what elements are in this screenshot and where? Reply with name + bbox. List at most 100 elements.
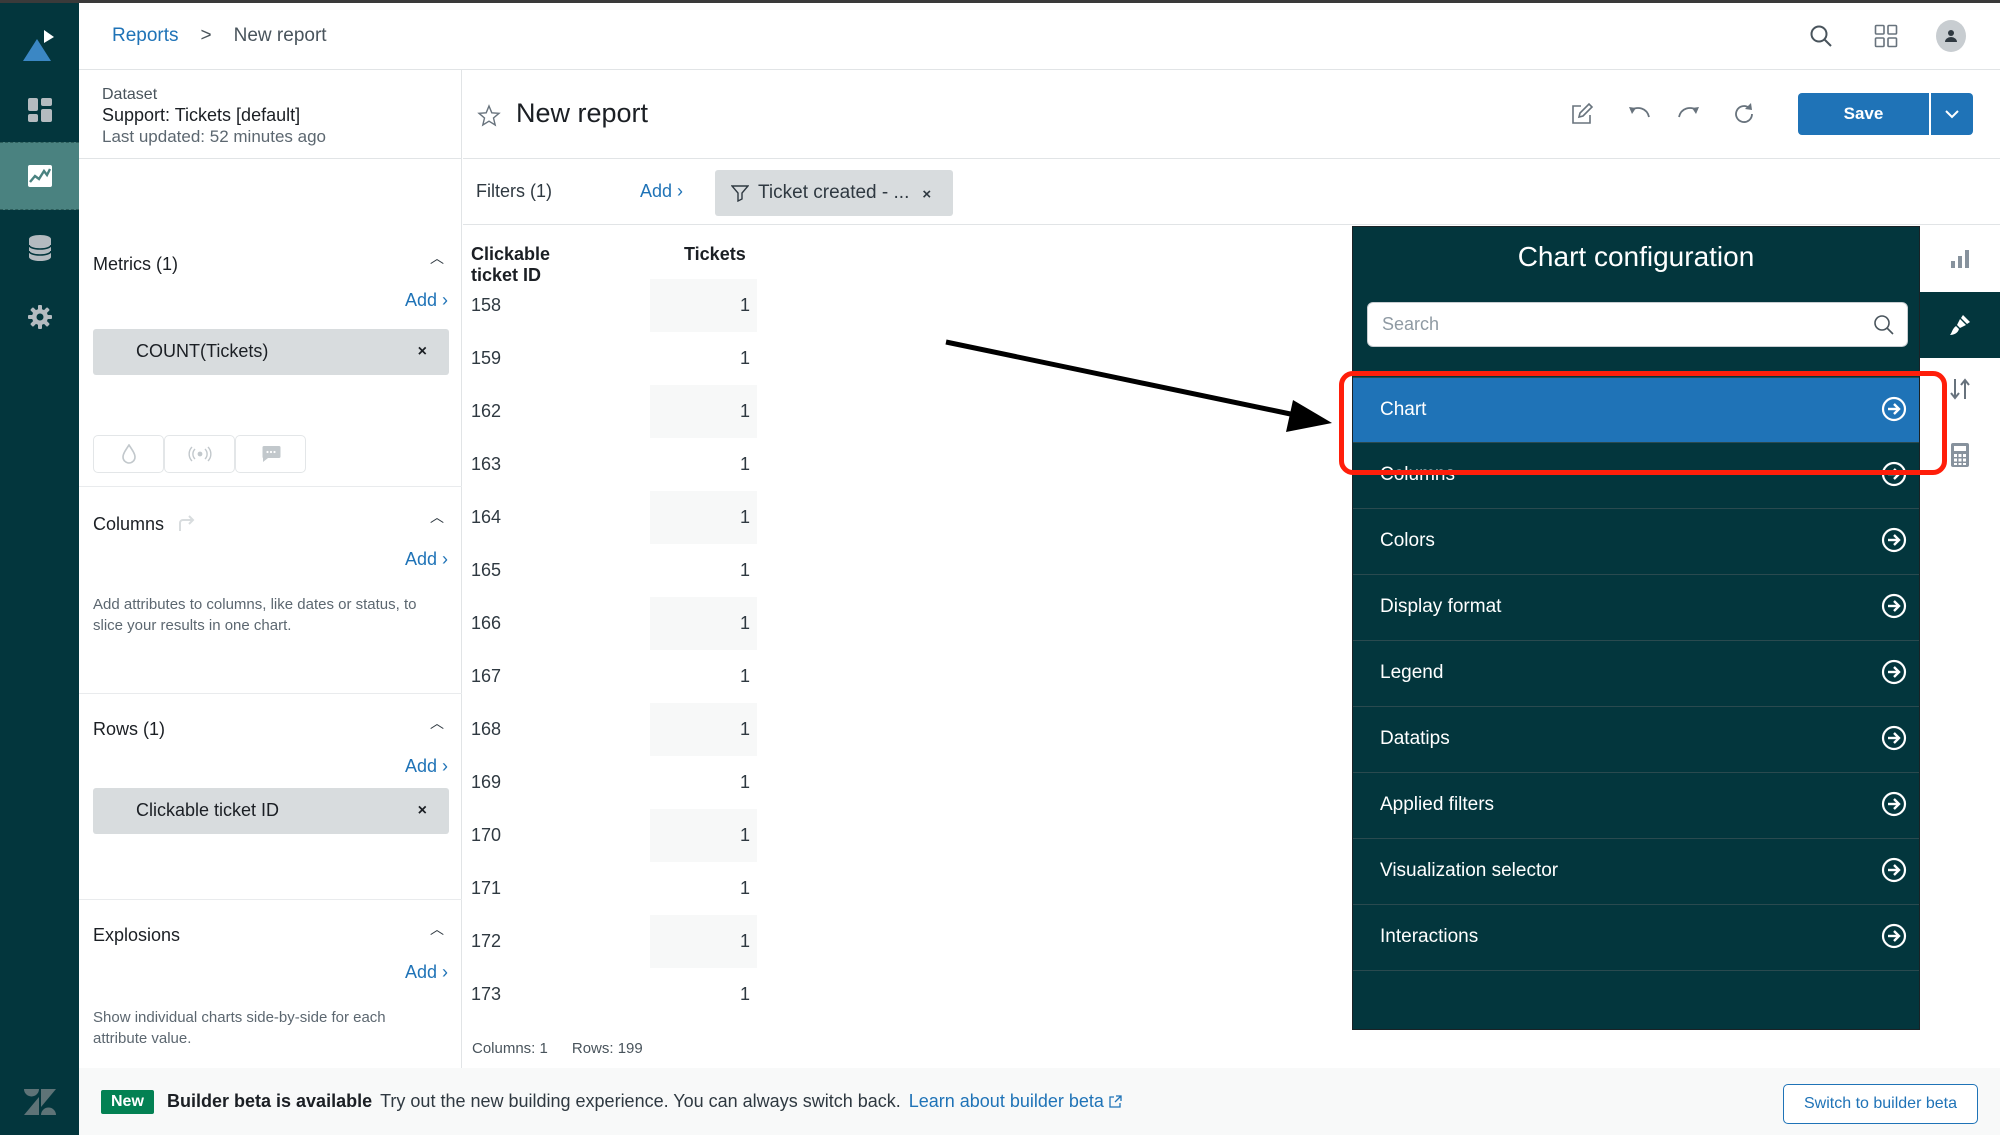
tab-chart-format[interactable]	[1920, 292, 2000, 358]
config-item-display-format[interactable]: Display format	[1353, 575, 1919, 641]
cell-tickets-count: 1	[739, 772, 750, 792]
row-pill-label: Clickable ticket ID	[136, 800, 280, 820]
learn-builder-beta-link[interactable]: Learn about builder beta	[909, 1091, 1122, 1112]
config-item-chart[interactable]: Chart	[1353, 377, 1919, 443]
columns-add-link[interactable]: Add ›	[405, 549, 448, 570]
cell-ticket-id[interactable]: 168	[471, 719, 501, 740]
explosions-collapse-chevron-icon[interactable]: ︿	[430, 919, 444, 939]
search-icon[interactable]	[1873, 314, 1895, 336]
cell-tickets-count: 1	[650, 809, 757, 862]
metrics-collapse-chevron-icon[interactable]: ︿	[430, 248, 444, 268]
banner-message: Builder beta is available Try out the ne…	[167, 1091, 1122, 1112]
column-header-tickets[interactable]: Tickets	[684, 244, 746, 265]
switch-to-builder-beta-button[interactable]: Switch to builder beta	[1783, 1084, 1978, 1124]
arrow-circle-right-icon	[1881, 923, 1907, 949]
chevron-down-icon	[1945, 110, 1959, 119]
cell-ticket-id[interactable]: 167	[471, 666, 501, 687]
cell-ticket-id[interactable]: 169	[471, 772, 501, 793]
metric-pill-label: COUNT(Tickets)	[136, 341, 269, 361]
breadcrumb-reports-link[interactable]: Reports	[112, 25, 179, 47]
save-button[interactable]: Save	[1798, 93, 1929, 135]
metric-tools	[93, 435, 333, 475]
config-item-visualization-selector[interactable]: Visualization selector	[1353, 839, 1919, 905]
filter-chip-ticket-created[interactable]: Ticket created - ... ×	[715, 170, 953, 216]
config-item-arrow	[1881, 725, 1907, 756]
cell-ticket-id[interactable]: 171	[471, 878, 501, 899]
rows-add-link[interactable]: Add ›	[405, 756, 448, 777]
table-row: 171 1	[463, 862, 763, 915]
columns-section: Columns ︿ Add › Add attributes to column…	[79, 487, 462, 694]
table-row: 158 1	[463, 279, 763, 332]
cell-ticket-id[interactable]: 165	[471, 560, 501, 581]
chart-config-search-input[interactable]	[1368, 303, 1858, 346]
breadcrumb-separator: >	[200, 25, 212, 46]
metric-pill-count-tickets[interactable]: COUNT(Tickets) ×	[93, 329, 449, 375]
apps-button[interactable]	[1871, 21, 1901, 51]
explore-logo[interactable]	[0, 13, 79, 81]
config-item-legend[interactable]: Legend	[1353, 641, 1919, 707]
global-search-button[interactable]	[1806, 21, 1836, 51]
config-item-applied-filters[interactable]: Applied filters	[1353, 773, 1919, 839]
filter-remove-icon[interactable]: ×	[922, 186, 931, 203]
banner-description: Try out the new building experience. You…	[380, 1091, 901, 1111]
row-pill-clickable-ticket-id[interactable]: Clickable ticket ID ×	[93, 788, 449, 834]
columns-description: Add attributes to columns, like dates or…	[93, 596, 417, 634]
swap-axes-icon[interactable]	[175, 513, 195, 533]
metric-remove-icon[interactable]: ×	[418, 343, 427, 361]
cell-ticket-id[interactable]: 163	[471, 454, 501, 475]
user-avatar-icon	[1945, 30, 1957, 42]
cell-ticket-id[interactable]: 164	[471, 507, 501, 528]
cell-ticket-id[interactable]: 170	[471, 825, 501, 846]
undo-button[interactable]	[1626, 100, 1654, 128]
cell-ticket-id[interactable]: 158	[471, 295, 501, 316]
tab-sort[interactable]	[1920, 356, 2000, 422]
table-row: 173 1	[463, 968, 763, 1021]
droplet-icon	[121, 444, 136, 464]
rows-title: Rows (1)	[93, 719, 166, 739]
cell-ticket-id[interactable]: 159	[471, 348, 501, 369]
columns-collapse-chevron-icon[interactable]: ︿	[430, 507, 444, 527]
metrics-add-link[interactable]: Add ›	[405, 290, 448, 311]
row-remove-icon[interactable]: ×	[418, 802, 427, 820]
annotation-arrow-head	[1286, 400, 1332, 432]
cell-ticket-id[interactable]: 172	[471, 931, 501, 952]
report-title[interactable]: New report	[516, 98, 648, 129]
metric-tool-broadcast[interactable]	[164, 435, 235, 473]
filters-add-link[interactable]: Add ›	[640, 181, 683, 202]
explosions-add-link[interactable]: Add ›	[405, 962, 448, 983]
cell-ticket-id[interactable]: 166	[471, 613, 501, 634]
cell-ticket-id[interactable]: 173	[471, 984, 501, 1005]
dataset-name: Support: Tickets [default]	[102, 105, 301, 125]
metric-tool-comment[interactable]	[235, 435, 306, 473]
redo-button[interactable]	[1674, 100, 1702, 128]
config-item-datatips[interactable]: Datatips	[1353, 707, 1919, 773]
cell-ticket-id[interactable]: 162	[471, 401, 501, 422]
user-menu-button[interactable]	[1936, 20, 1966, 52]
nav-reports[interactable]	[0, 142, 79, 210]
external-link-icon	[1109, 1094, 1122, 1108]
favorite-star-icon[interactable]	[477, 104, 501, 128]
save-options-dropdown[interactable]	[1931, 93, 1973, 135]
config-item-label: Chart	[1380, 399, 1427, 420]
refresh-button[interactable]	[1730, 100, 1758, 128]
config-item-arrow	[1881, 857, 1907, 888]
rows-collapse-chevron-icon[interactable]: ︿	[430, 713, 444, 733]
config-item-columns[interactable]: Columns	[1353, 443, 1919, 509]
tab-chart-type[interactable]	[1920, 226, 2000, 292]
cell-tickets-count: 1	[650, 491, 757, 544]
edit-report-button[interactable]	[1568, 100, 1596, 128]
nav-dashboards[interactable]	[0, 76, 79, 144]
zendesk-logo[interactable]	[0, 1068, 79, 1135]
nav-admin[interactable]	[0, 283, 79, 351]
nav-datasets[interactable]	[0, 214, 79, 282]
new-badge: New	[101, 1090, 154, 1114]
banner-title: Builder beta is available	[167, 1091, 373, 1111]
dataset-last-updated: Last updated: 52 minutes ago	[102, 127, 326, 146]
arrow-circle-right-icon	[1881, 461, 1907, 487]
config-item-colors[interactable]: Colors	[1353, 509, 1919, 575]
metric-tool-droplet[interactable]	[93, 435, 164, 473]
tab-calculations[interactable]	[1920, 422, 2000, 488]
table-row: 167 1	[463, 650, 763, 703]
config-item-interactions[interactable]: Interactions	[1353, 905, 1919, 971]
cell-tickets-count: 1	[739, 984, 750, 1004]
